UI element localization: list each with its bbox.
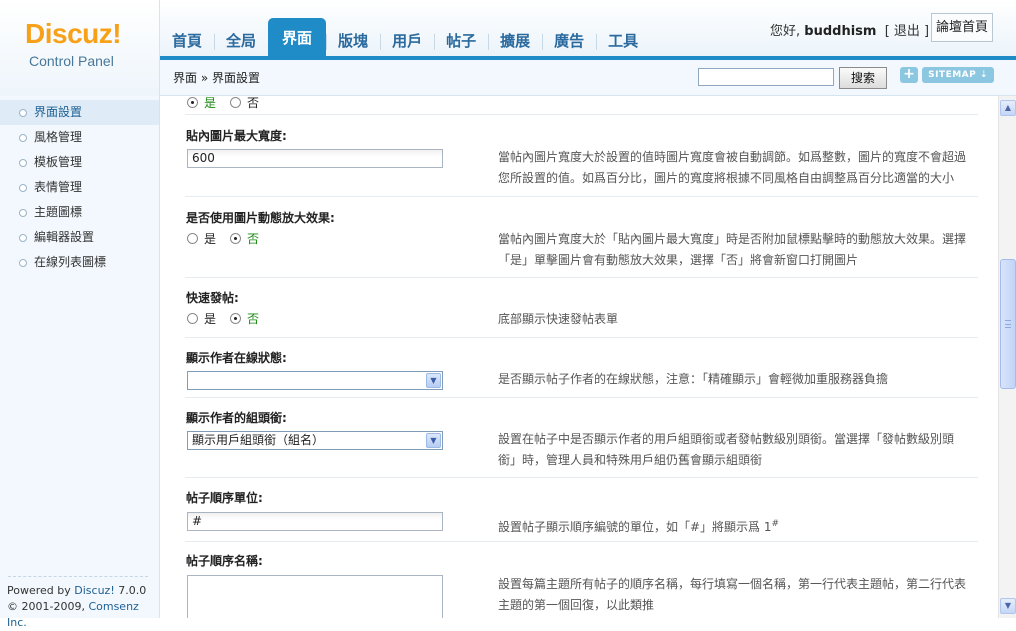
setting-description: 當帖內圖片寬度大於設置的值時圖片寬度會被自動調節。如爲整數，圖片的寬度不會超過您… <box>498 150 967 185</box>
radio-button-icon <box>187 313 198 324</box>
quick-post-radio-group: 是 否 <box>187 310 259 327</box>
logo-subtitle: Control Panel <box>29 53 114 69</box>
setting-description-text: 設置帖子顯示順序編號的單位，如「#」將顯示爲 1 <box>498 520 772 534</box>
search-input[interactable] <box>698 68 834 86</box>
setting-author-group-title: 顯示作者的組頭銜: 顯示用戶組頭銜（組名） ▼ 設置在帖子中是否顯示作者的用戶組… <box>185 398 978 478</box>
tab-users[interactable]: 用戶 <box>380 22 434 60</box>
logo-brand: Discuz! <box>25 18 122 49</box>
quick-post-radio-yes[interactable]: 是 <box>187 310 216 327</box>
setting-label: 是否使用圖片動態放大效果: <box>186 211 335 225</box>
breadcrumb-bar: 界面 » 界面設置 搜索 + SITEMAP ⇣ <box>160 60 1016 96</box>
scroll-up-button[interactable]: ▲ <box>1000 100 1016 116</box>
setting-label: 快速發帖: <box>186 291 239 305</box>
user-info: 您好, buddhism [ 退出 ] <box>770 20 929 39</box>
setting-description: 設置每篇主題所有帖子的順序名稱，每行填寫一個名稱，第一行代表主題帖，第二行代表主… <box>498 577 967 612</box>
add-shortcut-button[interactable]: + <box>900 67 918 83</box>
sidebar: 界面設置 風格管理 模板管理 表情管理 主題圖標 編輯器設置 在線列表圖標 Po… <box>0 96 160 629</box>
page-scrollbar[interactable]: ▲ ▼ <box>998 96 1016 618</box>
sidebar-divider <box>8 576 148 577</box>
radio-button-icon <box>187 97 198 108</box>
setting-author-online-status: 顯示作者在線狀態: ▼ 是否顯示帖子作者的在線狀態，注意：「精確顯示」會輕微加重… <box>185 338 978 398</box>
image-zoom-radio-yes[interactable]: 是 <box>187 230 216 247</box>
scrollbar-thumb[interactable] <box>1000 259 1016 389</box>
chevron-down-icon[interactable]: ▼ <box>426 373 441 388</box>
scroll-down-button[interactable]: ▼ <box>1000 598 1016 614</box>
setting-description: 底部顯示快速發帖表單 <box>498 312 619 326</box>
search-button[interactable]: 搜索 <box>839 67 887 89</box>
image-zoom-radio-group: 是 否 <box>187 230 259 247</box>
sidebar-item-interface-settings[interactable]: 界面設置 <box>0 100 159 125</box>
header: Discuz! Control Panel 首頁 全局 界面 版塊 用戶 帖子 … <box>0 0 1016 96</box>
description-superscript: # <box>771 519 780 529</box>
breadcrumb: 界面 » 界面設置 <box>173 71 260 85</box>
max-image-width-input[interactable]: 600 <box>187 149 443 168</box>
chevron-down-icon[interactable]: ▼ <box>426 433 441 448</box>
partial-radio-group: 是 否 <box>187 96 259 111</box>
setting-label: 帖子順序單位: <box>186 491 263 505</box>
discuz-logo[interactable]: Discuz! Control Panel <box>0 0 160 96</box>
powered-brand-link[interactable]: Discuz! <box>74 584 114 597</box>
sidebar-menu: 界面設置 風格管理 模板管理 表情管理 主題圖標 編輯器設置 在線列表圖標 <box>0 100 159 275</box>
tab-posts[interactable]: 帖子 <box>434 22 488 60</box>
tab-global[interactable]: 全局 <box>214 22 268 60</box>
sidebar-item-editor-settings[interactable]: 編輯器設置 <box>0 225 159 250</box>
greeting-text: 您好, <box>770 24 801 39</box>
setting-max-image-width: 貼內圖片最大寬度: 600 當帖內圖片寬度大於設置的值時圖片寬度會被自動調節。如… <box>185 115 978 197</box>
author-online-status-select[interactable]: ▼ <box>187 371 443 390</box>
image-zoom-radio-no[interactable]: 否 <box>230 230 259 247</box>
post-order-names-textarea[interactable] <box>187 575 443 618</box>
settings-row-partial: 是 否 <box>185 96 978 115</box>
setting-description: 當帖內圖片寬度大於「貼內圖片最大寬度」時是否附加鼠標點擊時的動態放大效果。選擇「… <box>498 232 967 267</box>
tab-ads[interactable]: 廣告 <box>542 22 596 60</box>
settings-panel: 是 否 貼內圖片最大寬度: 600 當帖內圖片寬度大於設置的值時圖片寬度會被自動… <box>161 96 998 618</box>
tab-interface[interactable]: 界面 <box>268 18 327 60</box>
radio-button-icon <box>230 233 242 244</box>
partial-radio-no[interactable]: 否 <box>230 96 259 111</box>
tab-forums[interactable]: 版塊 <box>326 22 380 60</box>
logout-link[interactable]: [ 退出 ] <box>885 24 929 39</box>
setting-image-zoom-effect: 是否使用圖片動態放大效果: 是 否 當帖內圖片寬度大於「貼內圖片最大寬度」時是否… <box>185 197 978 278</box>
setting-label: 顯示作者的組頭銜: <box>186 411 287 425</box>
sidebar-item-style-management[interactable]: 風格管理 <box>0 125 159 150</box>
quick-post-radio-no[interactable]: 否 <box>230 310 259 327</box>
setting-description: 設置帖子顯示順序編號的單位，如「#」將顯示爲 1# <box>498 514 968 538</box>
select-value: 顯示用戶組頭銜（組名） <box>192 433 325 447</box>
setting-label: 顯示作者在線狀態: <box>186 351 287 365</box>
tab-extensions[interactable]: 擴展 <box>488 22 542 60</box>
copyright-prefix: © 2001-2009, <box>7 600 85 613</box>
version-text: 7.0.0 <box>118 584 147 597</box>
radio-button-icon <box>187 233 198 244</box>
sidebar-item-template-management[interactable]: 模板管理 <box>0 150 159 175</box>
post-order-unit-input[interactable]: # <box>187 512 443 531</box>
username: buddhism <box>804 24 877 39</box>
radio-button-icon <box>230 313 242 324</box>
powered-prefix: Powered by <box>7 584 71 597</box>
sidebar-item-thread-icons[interactable]: 主題圖標 <box>0 200 159 225</box>
setting-label: 帖子順序名稱: <box>186 554 263 568</box>
powered-by-footer: Powered by Discuz! 7.0.0 © 2001-2009, Co… <box>7 583 159 631</box>
author-group-title-select[interactable]: 顯示用戶組頭銜（組名） ▼ <box>187 431 443 450</box>
tab-tools[interactable]: 工具 <box>596 22 650 60</box>
tab-home[interactable]: 首頁 <box>160 22 214 60</box>
sitemap-button[interactable]: SITEMAP ⇣ <box>922 67 994 83</box>
setting-description: 設置在帖子中是否顯示作者的用戶組頭銜或者發帖數級別頭銜。當選擇「發帖數級別頭銜」… <box>498 432 955 467</box>
grip-icon <box>1005 320 1011 328</box>
radio-button-icon <box>230 97 242 108</box>
setting-description: 是否顯示帖子作者的在線狀態，注意：「精確顯示」會輕微加重服務器負擔 <box>498 372 889 386</box>
setting-post-order-unit: 帖子順序單位: # 設置帖子顯示順序編號的單位，如「#」將顯示爲 1# <box>185 478 978 542</box>
setting-label: 貼內圖片最大寬度: <box>186 129 287 143</box>
setting-quick-post: 快速發帖: 是 否 底部顯示快速發帖表單 <box>185 278 978 338</box>
partial-radio-yes[interactable]: 是 <box>187 96 216 111</box>
forum-home-button[interactable]: 論壇首頁 <box>931 13 993 42</box>
sidebar-item-online-list-icons[interactable]: 在線列表圖標 <box>0 250 159 275</box>
sidebar-item-smiley-management[interactable]: 表情管理 <box>0 175 159 200</box>
setting-post-order-names: 帖子順序名稱: 設置每篇主題所有帖子的順序名稱，每行填寫一個名稱，第一行代表主題… <box>185 542 978 618</box>
